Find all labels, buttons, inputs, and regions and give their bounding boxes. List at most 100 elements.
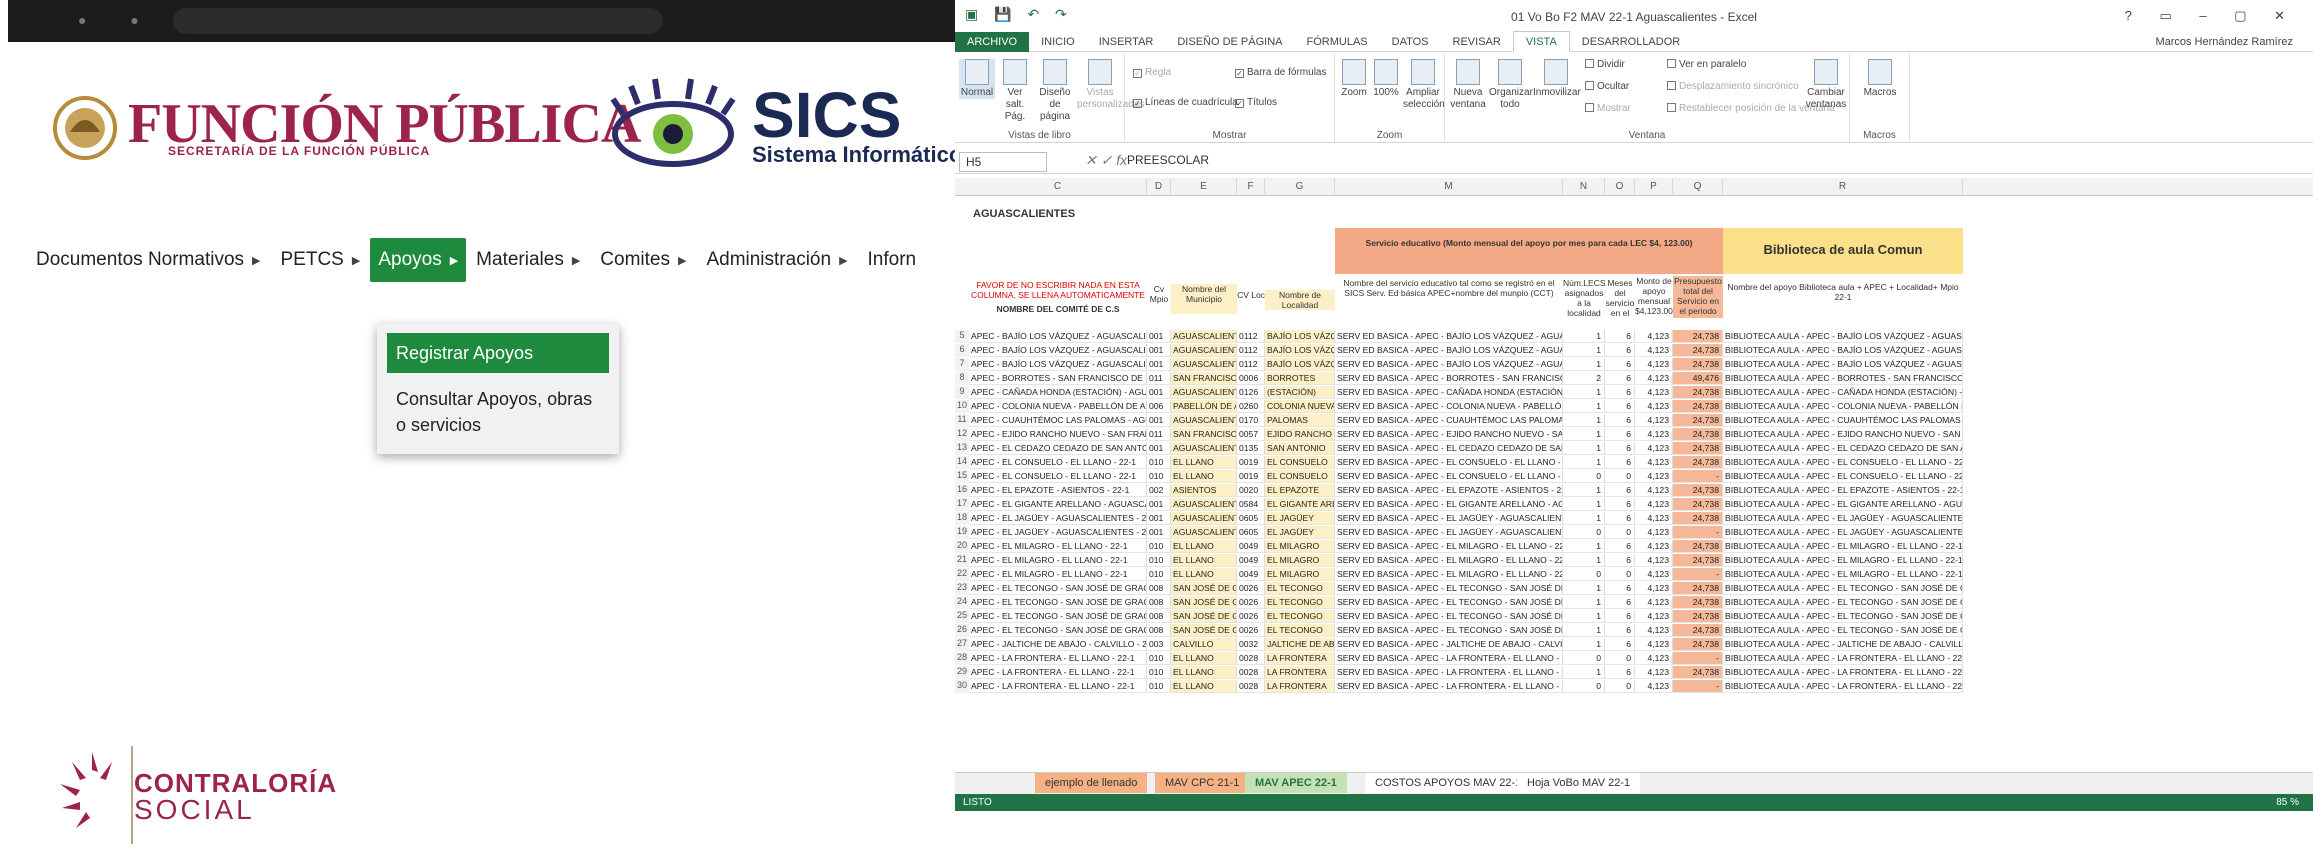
table-cell[interactable]: 24,738 <box>1673 386 1723 399</box>
table-cell[interactable]: JALTICHE DE ABAJO <box>1265 638 1335 651</box>
sheet-tab[interactable]: ejemplo de llenado <box>1035 773 1148 793</box>
table-cell[interactable]: 0170 <box>1237 414 1265 427</box>
table-cell[interactable]: EL JAGÜEY <box>1265 512 1335 525</box>
table-cell[interactable]: 6 <box>1605 456 1635 469</box>
table-cell[interactable]: 010 <box>1147 456 1171 469</box>
row-header[interactable]: 23 <box>955 582 969 595</box>
table-cell[interactable]: 4,123 <box>1635 330 1673 343</box>
hide-button[interactable]: Ocultar <box>1585 81 1629 92</box>
table-cell[interactable]: 4,123 <box>1635 456 1673 469</box>
table-cell[interactable]: APEC - COLONIA NUEVA - PABELLÓN DE ARTEA… <box>969 400 1147 413</box>
table-cell[interactable]: 0112 <box>1237 330 1265 343</box>
table-cell[interactable]: 0 <box>1563 526 1605 539</box>
table-cell[interactable]: AGUASCALIENTES <box>1171 386 1237 399</box>
table-cell[interactable]: 6 <box>1605 344 1635 357</box>
table-cell[interactable]: 011 <box>1147 428 1171 441</box>
table-cell[interactable]: 1 <box>1563 666 1605 679</box>
table-cell[interactable]: BIBLIOTECA AULA - APEC - COLONIA NUEVA -… <box>1723 400 1963 413</box>
table-cell[interactable]: 4,123 <box>1635 652 1673 665</box>
table-cell[interactable]: 4,123 <box>1635 484 1673 497</box>
table-cell[interactable]: 6 <box>1605 358 1635 371</box>
table-cell[interactable]: SERV ED BASICA - APEC - EL EPAZOTE - ASI… <box>1335 484 1563 497</box>
table-cell[interactable]: 1 <box>1563 344 1605 357</box>
table-cell[interactable]: PABELLÓN DE ARTEAG <box>1171 400 1237 413</box>
table-cell[interactable]: 4,123 <box>1635 666 1673 679</box>
zoom-selection-button[interactable]: Ampliar selección <box>1403 59 1445 111</box>
table-cell[interactable]: BIBLIOTECA AULA - APEC - EL EPAZOTE - AS… <box>1723 484 1963 497</box>
table-cell[interactable]: 4,123 <box>1635 442 1673 455</box>
table-cell[interactable]: 4,123 <box>1635 512 1673 525</box>
table-cell[interactable]: BIBLIOTECA AULA - APEC - LA FRONTERA - E… <box>1723 652 1963 665</box>
table-cell[interactable]: 0135 <box>1237 442 1265 455</box>
table-cell[interactable]: 0605 <box>1237 512 1265 525</box>
table-cell[interactable]: 4,123 <box>1635 470 1673 483</box>
row-header[interactable]: 12 <box>955 428 969 441</box>
table-cell[interactable]: 4,123 <box>1635 596 1673 609</box>
table-cell[interactable]: 0028 <box>1237 652 1265 665</box>
table-cell[interactable]: - <box>1673 680 1723 693</box>
table-cell[interactable]: 0026 <box>1237 610 1265 623</box>
table-cell[interactable]: 24,738 <box>1673 414 1723 427</box>
table-cell[interactable]: EL CONSUELO <box>1265 456 1335 469</box>
table-cell[interactable]: 003 <box>1147 638 1171 651</box>
table-cell[interactable]: 008 <box>1147 596 1171 609</box>
table-cell[interactable]: BIBLIOTECA AULA - APEC - EL TECONGO - SA… <box>1723 610 1963 623</box>
table-cell[interactable]: BORROTES <box>1265 372 1335 385</box>
fx-icon[interactable]: ✕ ✓ fx <box>1085 152 1127 169</box>
table-cell[interactable]: APEC - EL MILAGRO - EL LLANO - 22-1 <box>969 554 1147 567</box>
column-header[interactable]: C <box>969 178 1147 196</box>
new-window-button[interactable]: Nueva ventana <box>1449 59 1487 111</box>
table-cell[interactable]: 6 <box>1605 638 1635 651</box>
zoom-level[interactable]: 85 % <box>2276 794 2299 811</box>
row-header[interactable]: 28 <box>955 652 969 665</box>
freeze-panes-button[interactable]: Inmovilizar <box>1533 59 1581 99</box>
table-cell[interactable]: SERV ED BASICA - APEC - EL JAGÜEY - AGUA… <box>1335 512 1563 525</box>
page-break-view-button[interactable]: Ver salt. Pág. <box>997 59 1033 123</box>
table-cell[interactable]: 6 <box>1605 512 1635 525</box>
table-cell[interactable]: BIBLIOTECA AULA - APEC - EL CONSUELO - E… <box>1723 470 1963 483</box>
table-cell[interactable]: 010 <box>1147 470 1171 483</box>
table-cell[interactable]: 6 <box>1605 666 1635 679</box>
table-cell[interactable]: 008 <box>1147 582 1171 595</box>
registrar-apoyos-link[interactable]: Registrar Apoyos <box>387 333 609 373</box>
table-cell[interactable]: AGUASCALIENTES <box>1171 358 1237 371</box>
table-cell[interactable]: 0028 <box>1237 680 1265 693</box>
table-cell[interactable]: 4,123 <box>1635 400 1673 413</box>
table-cell[interactable]: 24,738 <box>1673 428 1723 441</box>
table-cell[interactable]: SERV ED BASICA - APEC - LA FRONTERA - EL… <box>1335 680 1563 693</box>
table-cell[interactable]: 0 <box>1605 470 1635 483</box>
ribbon-tab-revisar[interactable]: REVISAR <box>1441 32 1513 52</box>
table-cell[interactable]: SERV ED BASICA - APEC - EL MILAGRO - EL … <box>1335 540 1563 553</box>
table-cell[interactable]: - <box>1673 470 1723 483</box>
row-header[interactable]: 27 <box>955 638 969 651</box>
name-box[interactable]: H5 <box>959 152 1047 172</box>
table-cell[interactable]: 24,738 <box>1673 582 1723 595</box>
table-cell[interactable]: EL CONSUELO <box>1265 470 1335 483</box>
row-header[interactable]: 30 <box>955 680 969 693</box>
table-cell[interactable]: 4,123 <box>1635 610 1673 623</box>
table-cell[interactable]: 6 <box>1605 442 1635 455</box>
table-cell[interactable]: SERV ED BASICA - APEC - EL MILAGRO - EL … <box>1335 554 1563 567</box>
window-controls-icon[interactable]: ? ▭ – ▢ ✕ <box>2125 8 2297 24</box>
ribbon-tab-archivo[interactable]: ARCHIVO <box>955 31 1030 52</box>
table-cell[interactable]: 24,738 <box>1673 358 1723 371</box>
table-cell[interactable]: 1 <box>1563 540 1605 553</box>
consultar-apoyos-link[interactable]: Consultar Apoyos, obras o servicios <box>396 386 606 438</box>
table-cell[interactable]: COLONIA NUEVA <box>1265 400 1335 413</box>
table-cell[interactable]: 1 <box>1563 386 1605 399</box>
zoom-100-button[interactable]: 100% <box>1371 59 1401 99</box>
table-cell[interactable]: SERV ED BASICA - APEC - BORROTES - SAN F… <box>1335 372 1563 385</box>
row-header[interactable]: 8 <box>955 372 969 385</box>
row-header[interactable]: 15 <box>955 470 969 483</box>
table-cell[interactable]: SERV ED BASICA - APEC - EJIDO RANCHO NUE… <box>1335 428 1563 441</box>
table-cell[interactable]: 4,123 <box>1635 414 1673 427</box>
table-cell[interactable]: 49,476 <box>1673 372 1723 385</box>
ribbon-tab-desarrollador[interactable]: DESARROLLADOR <box>1570 32 1692 52</box>
table-cell[interactable]: 24,738 <box>1673 456 1723 469</box>
row-header[interactable]: 13 <box>955 442 969 455</box>
column-header[interactable]: P <box>1635 178 1673 196</box>
table-cell[interactable]: BIBLIOTECA AULA - APEC - LA FRONTERA - E… <box>1723 680 1963 693</box>
table-cell[interactable]: BIBLIOTECA AULA - APEC - EL JAGÜEY - AGU… <box>1723 526 1963 539</box>
table-cell[interactable]: 6 <box>1605 386 1635 399</box>
column-header[interactable]: G <box>1265 178 1335 196</box>
